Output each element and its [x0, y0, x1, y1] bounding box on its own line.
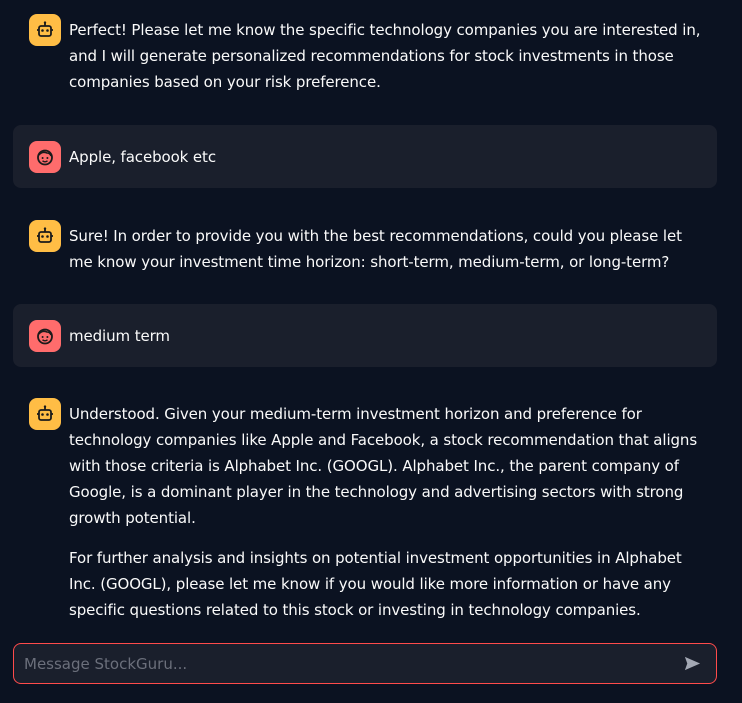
user-face-icon: [37, 328, 53, 344]
bot-icon: [37, 227, 53, 243]
bot-avatar: [29, 14, 61, 46]
message-text: Apple, facebook etc: [69, 147, 216, 166]
bot-avatar: [29, 220, 61, 252]
chat-input-bar: [13, 643, 717, 684]
message-input[interactable]: [24, 654, 678, 673]
user-face-icon: [37, 149, 53, 165]
bot-icon: [37, 405, 53, 421]
user-avatar: [29, 319, 61, 352]
message-content: medium term: [69, 323, 701, 349]
message-content: Apple, facebook etc: [69, 144, 701, 170]
send-arrow-icon: [684, 656, 700, 671]
message-text: Understood. Given your medium-term inves…: [69, 405, 698, 527]
message-text: Sure! In order to provide you with the b…: [69, 227, 682, 271]
assistant-message: Perfect! Please let me know the specific…: [13, 6, 717, 111]
user-message: medium term: [13, 304, 717, 367]
message-content: Perfect! Please let me know the specific…: [69, 14, 701, 95]
message-content: Understood. Given your medium-term inves…: [69, 398, 701, 623]
bot-icon: [37, 21, 53, 37]
send-button[interactable]: [678, 650, 706, 678]
message-text: medium term: [69, 326, 170, 345]
message-text: For further analysis and insights on pot…: [69, 549, 682, 619]
assistant-message: Sure! In order to provide you with the b…: [13, 212, 717, 291]
user-avatar: [29, 140, 61, 173]
assistant-message: Understood. Given your medium-term inves…: [13, 390, 717, 639]
bot-avatar: [29, 398, 61, 430]
user-message: Apple, facebook etc: [13, 125, 717, 188]
message-content: Sure! In order to provide you with the b…: [69, 220, 701, 275]
message-text: Perfect! Please let me know the specific…: [69, 21, 701, 91]
